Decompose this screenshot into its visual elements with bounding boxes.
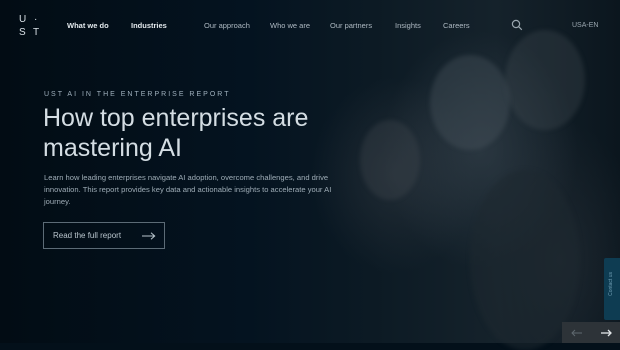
carousel-next-button[interactable] [591,322,620,343]
logo-letter-u: U [19,14,27,25]
nav-item-insights[interactable]: Insights [395,21,421,30]
search-icon[interactable] [511,19,523,31]
language-selector[interactable]: USA-EN [572,22,598,29]
logo-dot: · [34,14,38,25]
logo-letter-t: T [33,27,40,38]
read-report-button-label: Read the full report [53,231,122,240]
nav-item-what-we-do[interactable]: What we do [67,21,109,30]
nav-item-who-we-are[interactable]: Who we are [270,21,310,30]
nav-item-our-approach[interactable]: Our approach [204,21,250,30]
arrow-left-icon [570,329,582,336]
carousel-prev-button[interactable] [562,322,591,343]
arrow-right-icon [600,329,612,336]
hero-description: Learn how leading enterprises navigate A… [44,173,332,206]
nav-item-careers[interactable]: Careers [443,21,470,30]
hero-eyebrow: UST AI IN THE ENTERPRISE REPORT [44,91,231,98]
nav-item-our-partners[interactable]: Our partners [330,21,372,30]
logo-letter-s: S [19,27,26,38]
carousel-navigation [562,322,620,343]
arrow-right-icon [142,231,156,240]
hero-headline: How top enterprises are mastering AI [43,104,309,162]
contact-side-tab-label: Contact us [608,272,614,296]
read-report-button[interactable]: Read the full report [43,222,165,249]
ust-logo[interactable]: U · S T [19,14,41,38]
contact-side-tab[interactable]: Contact us [604,258,620,320]
nav-item-industries[interactable]: Industries [131,21,167,30]
